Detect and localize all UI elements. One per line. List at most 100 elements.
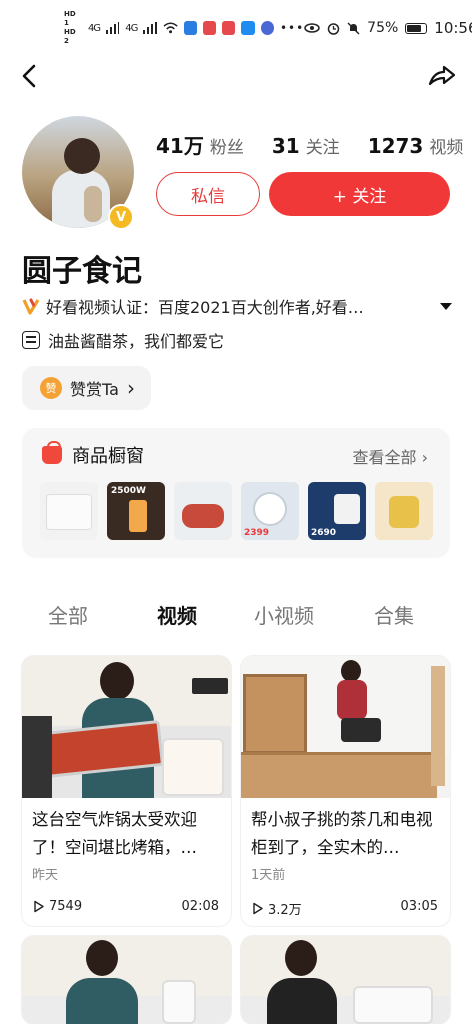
product-thumbnail[interactable]: 2399: [241, 482, 299, 540]
fans-count: 41万: [156, 134, 204, 158]
following-label: 关注: [305, 138, 340, 158]
play-icon: [34, 900, 44, 913]
app-notification-icon: [260, 21, 274, 35]
thumb-person-body: [337, 680, 367, 720]
thumb-appliance: [162, 980, 196, 1024]
thumb-plank: [431, 666, 445, 786]
tip-label: 赞赏Ta: [70, 380, 119, 399]
tab-short-videos[interactable]: 小视频: [254, 600, 314, 629]
video-card[interactable]: 帮小叔子挑的茶几和电视柜到了，全实木的… 1天前 3.2万 03:05: [241, 656, 450, 926]
product-list: 2500W 2399 2690: [40, 482, 433, 540]
video-thumbnail: [22, 656, 231, 798]
more-dots-icon: •••: [279, 21, 305, 35]
shop-title-text: 商品橱窗: [72, 446, 144, 467]
video-thumbnail: [241, 656, 450, 798]
tab-collections[interactable]: 合集: [374, 600, 414, 629]
back-arrow-icon[interactable]: [14, 60, 46, 92]
verified-badge-icon: V: [108, 204, 134, 230]
avatar[interactable]: V: [22, 116, 136, 230]
videos-stat[interactable]: 1273 视频: [368, 133, 464, 158]
signal-2-label: 4G: [125, 22, 138, 34]
thumb-oven: [162, 738, 224, 796]
thumb-person-head: [86, 940, 118, 976]
shopping-bag-icon: [42, 441, 62, 464]
thumb-box: [241, 752, 437, 798]
shop-title: 商品橱窗: [42, 441, 144, 468]
following-count: 31: [271, 134, 300, 158]
thumb-appliance: [353, 986, 433, 1024]
signal-icon: [106, 22, 120, 34]
certification-text: 好看视频认证：百度2021百大创作者,好看…: [46, 298, 364, 317]
coin-icon: 赞: [40, 377, 62, 399]
thumb-stove: [22, 716, 52, 798]
top-nav: [0, 56, 472, 96]
profile-name: 圆子食记: [22, 254, 142, 289]
share-icon[interactable]: [426, 60, 458, 92]
following-stat[interactable]: 31 关注: [272, 133, 340, 158]
product-label: 2690: [311, 528, 337, 538]
video-thumbnail: [241, 936, 450, 1024]
video-title: 这台空气炸锅太受欢迎了！空间堪比烤箱，…: [32, 810, 197, 857]
hd1-label: HD 1: [64, 10, 76, 27]
thumb-shelf: [192, 678, 228, 694]
avatar-head: [64, 138, 100, 174]
v-certification-icon: [22, 298, 40, 315]
product-label: 2399: [244, 528, 270, 538]
video-duration: 03:05: [400, 899, 438, 914]
certification-row[interactable]: 好看视频认证：百度2021百大创作者,好看…: [22, 294, 452, 318]
signal-1-label: 4G: [87, 22, 101, 34]
product-thumbnail[interactable]: 2500W: [107, 482, 165, 540]
app-notification-icon: [241, 21, 255, 35]
app-notification-icon: [222, 21, 236, 35]
bio-row: 油盐酱醋茶，我们都爱它: [22, 328, 224, 352]
mute-icon: [347, 22, 360, 34]
product-thumbnail[interactable]: [40, 482, 98, 540]
app-notification-icon: [183, 21, 198, 35]
product-image: [182, 504, 224, 528]
thumb-board: [243, 674, 307, 754]
follow-button[interactable]: + 关注: [269, 172, 450, 216]
tip-button[interactable]: 赞 赞赏Ta ›: [22, 366, 151, 410]
view-all-text: 查看全部: [352, 448, 417, 467]
thumb-person-head: [285, 940, 317, 976]
eye-icon: [304, 23, 320, 33]
chevron-right-icon: ›: [126, 376, 135, 400]
view-all-link[interactable]: 查看全部 ›: [352, 444, 428, 468]
tab-all[interactable]: 全部: [48, 600, 88, 629]
play-count: 3.2万: [251, 899, 302, 918]
hd2-label: HD 2: [64, 28, 76, 45]
play-icon: [253, 902, 263, 915]
product-label: 2500W: [111, 486, 146, 496]
play-count-text: 3.2万: [268, 903, 302, 918]
tab-videos[interactable]: 视频: [157, 600, 197, 629]
video-thumbnail: [22, 936, 231, 1024]
profile-stats: 41万 粉丝 31 关注 1273 视频: [156, 130, 463, 159]
video-date: 1天前: [251, 868, 286, 883]
video-title: 帮小叔子挑的茶几和电视柜到了，全实木的…: [251, 810, 433, 857]
video-card[interactable]: [22, 936, 231, 1024]
battery-percent: 75%: [367, 20, 399, 36]
product-thumbnail[interactable]: 2690: [308, 482, 366, 540]
hd-indicator: HD 1 HD 2: [64, 10, 82, 46]
videos-count: 1273: [367, 134, 424, 158]
video-duration: 02:08: [181, 899, 219, 914]
play-count: 7549: [32, 899, 82, 914]
expand-triangle-icon[interactable]: [440, 302, 452, 310]
video-card[interactable]: [241, 936, 450, 1024]
message-button[interactable]: 私信: [156, 172, 260, 216]
video-date: 昨天: [32, 868, 59, 883]
play-count-text: 7549: [49, 899, 83, 914]
fans-label: 粉丝: [209, 138, 244, 158]
product-thumbnail[interactable]: [174, 482, 232, 540]
status-bar: HD 1 HD 2 4G 4G ••• 75% 10:56: [0, 0, 472, 56]
app-notification-icon: [203, 21, 217, 35]
product-thumbnail[interactable]: [375, 482, 433, 540]
product-image: [46, 494, 92, 530]
product-image: [334, 494, 360, 524]
bio-text: 油盐酱醋茶，我们都爱它: [48, 332, 225, 351]
wifi-icon: [163, 22, 178, 34]
video-card[interactable]: 这台空气炸锅太受欢迎了！空间堪比烤箱，… 昨天 7549 02:08: [22, 656, 231, 926]
product-image: [253, 492, 287, 526]
fans-stat[interactable]: 41万 粉丝: [156, 130, 244, 159]
chevron-right-icon: ›: [421, 448, 428, 467]
